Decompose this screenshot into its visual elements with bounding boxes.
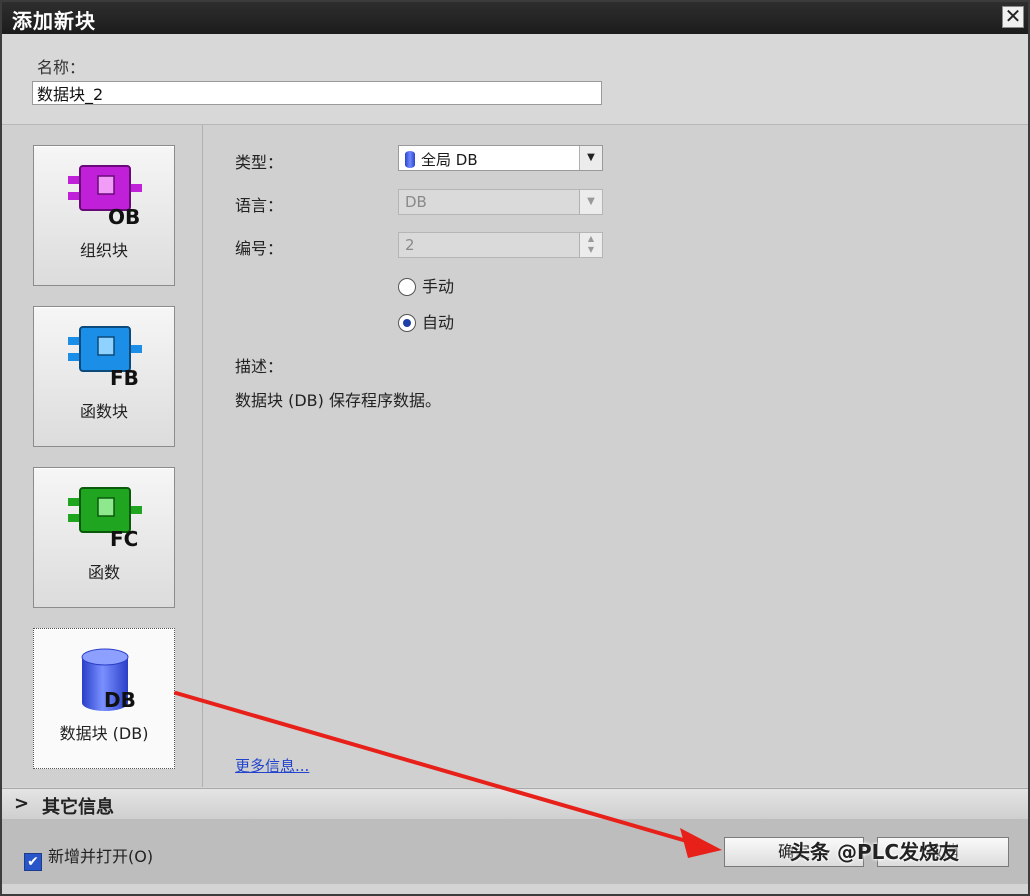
type-label: 类型： (235, 153, 284, 172)
language-select-value: DB (405, 193, 427, 211)
radio-manual[interactable]: 手动 (398, 273, 454, 297)
block-type-list: OB 组织块 FB 函数块 FC 函数 DB 数据块 (DB) (2, 125, 203, 787)
ob-code-label: OB (108, 205, 140, 229)
number-stepper: 2 ▲ ▼ (398, 232, 603, 258)
db-cylinder-icon: DB (81, 648, 136, 712)
description-label: 描述： (235, 357, 284, 376)
chevron-down-icon: ▼ (579, 146, 602, 170)
language-select: DB ▼ (398, 189, 603, 215)
radio-auto-circle (398, 314, 416, 332)
fc-code-label: FC (110, 527, 138, 551)
add-and-open-label: 新增并打开(O) (48, 847, 154, 866)
watermark-text: 头条 @PLC发烧友 (790, 840, 960, 864)
description-text: 数据块 (DB) 保存程序数据。 (235, 391, 441, 410)
close-button[interactable]: ✕ (1002, 6, 1024, 28)
number-stepper-value: 2 (405, 236, 415, 254)
checkmark-icon: ✔ (24, 853, 42, 871)
more-info-link[interactable]: 更多信息... (235, 755, 309, 776)
chevron-down-icon: ▼ (579, 190, 602, 214)
title-bar: 添加新块 ✕ (2, 2, 1028, 34)
block-type-fb-button[interactable]: FB 函数块 (33, 306, 175, 447)
ob-block-icon: OB (68, 165, 142, 229)
chevron-right-icon: > (14, 793, 30, 814)
db-code-label: DB (104, 688, 136, 712)
block-label-db: 数据块 (DB) (59, 724, 149, 743)
add-new-block-dialog: 添加新块 ✕ 名称： OB 组织块 (0, 0, 1030, 896)
block-type-db-button[interactable]: DB 数据块 (DB) (33, 628, 175, 769)
fb-code-label: FB (110, 366, 139, 390)
fb-block-icon: FB (68, 326, 142, 390)
language-label: 语言： (235, 196, 284, 215)
name-label: 名称： (37, 58, 86, 77)
number-label: 编号： (235, 239, 284, 258)
type-select[interactable]: 全局 DB ▼ (398, 145, 603, 171)
block-type-ob-button[interactable]: OB 组织块 (33, 145, 175, 286)
block-label-ob: 组织块 (79, 241, 128, 260)
close-icon: ✕ (1004, 4, 1022, 28)
other-info-label: 其它信息 (42, 797, 114, 818)
name-input[interactable] (32, 81, 602, 105)
fc-block-icon: FC (68, 487, 142, 551)
radio-auto[interactable]: 自动 (398, 309, 454, 333)
block-label-fb: 函数块 (79, 402, 128, 421)
db-cylinder-small-icon (405, 151, 415, 168)
dialog-title: 添加新块 (12, 9, 96, 33)
radio-manual-label: 手动 (422, 277, 455, 296)
other-info-expander[interactable]: > 其它信息 (2, 788, 1028, 820)
block-label-fc: 函数 (87, 563, 120, 582)
block-type-fc-button[interactable]: FC 函数 (33, 467, 175, 608)
type-select-value: 全局 DB (421, 151, 478, 169)
stepper-arrows-icon: ▲ ▼ (579, 233, 602, 257)
radio-manual-circle (398, 278, 416, 296)
radio-auto-label: 自动 (422, 313, 455, 332)
block-properties-panel: 类型： 全局 DB ▼ 语言： DB ▼ 编号： 2 ▲ ▼ 手动 自动 描述： … (203, 125, 1028, 787)
name-section: 名称： (2, 34, 1028, 125)
add-and-open-checkbox[interactable]: ✔ 新增并打开(O) (24, 843, 153, 871)
